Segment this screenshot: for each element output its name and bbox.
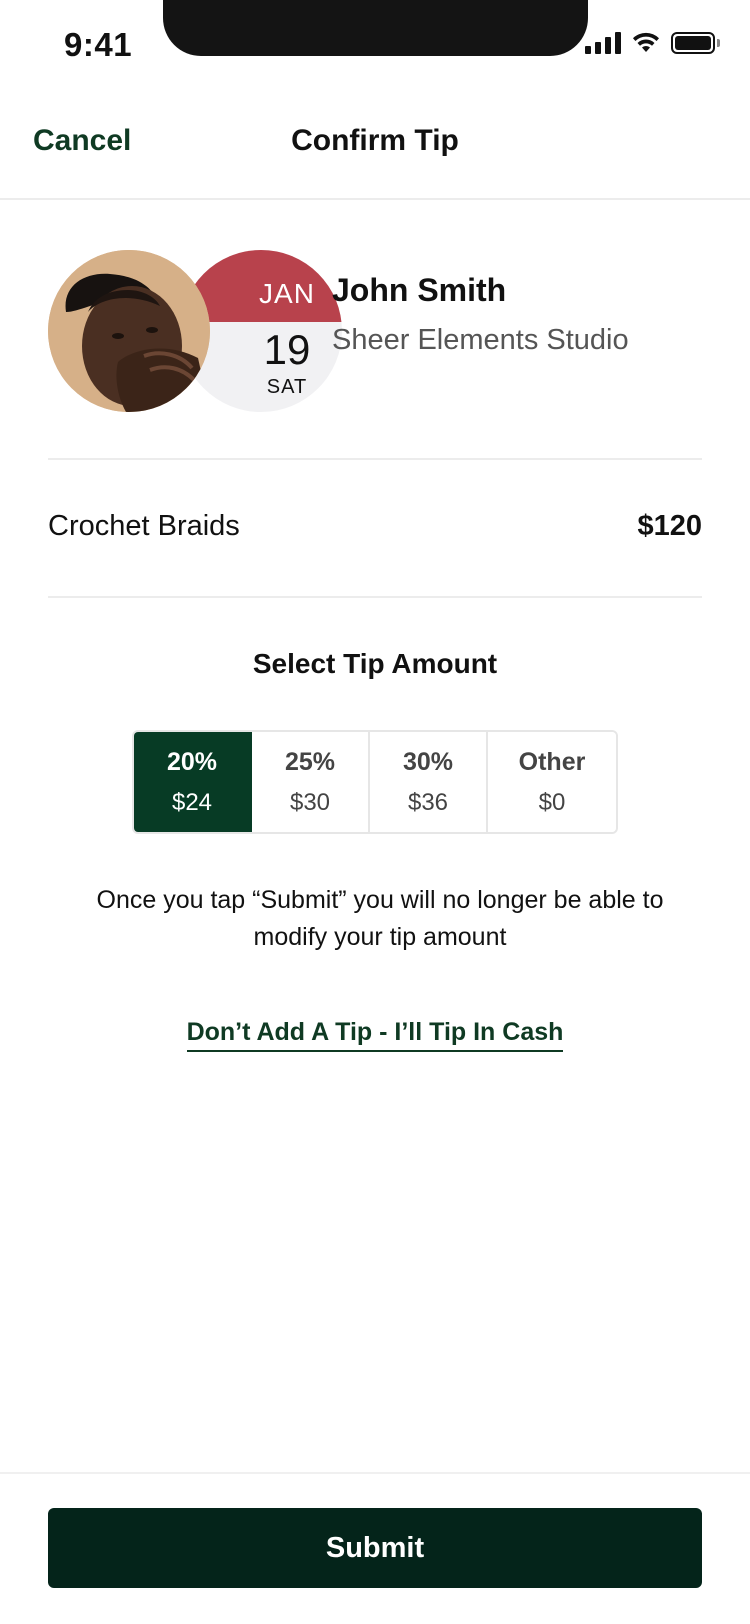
nav-bar: Confirm Tip Cancel bbox=[0, 100, 750, 200]
signal-icon bbox=[585, 32, 621, 54]
cancel-button[interactable]: Cancel bbox=[33, 124, 131, 158]
tip-heading: Select Tip Amount bbox=[252, 648, 498, 679]
tip-options: 20% $24 25% $30 30% $36 Other $0 bbox=[132, 730, 618, 834]
divider bbox=[48, 458, 702, 460]
appointment-weekday: SAT bbox=[266, 376, 308, 398]
tip-option-30[interactable]: 30% $36 bbox=[370, 732, 488, 832]
wifi-icon bbox=[633, 32, 659, 52]
no-tip-cash-link[interactable]: Don’t Add A Tip - I’ll Tip In Cash bbox=[186, 1018, 564, 1052]
tip-option-20[interactable]: 20% $24 bbox=[134, 732, 252, 832]
tip-warning-note: Once you tap “Submit” you will no longer… bbox=[96, 886, 664, 951]
studio-name: Sheer Elements Studio bbox=[332, 324, 629, 356]
avatar bbox=[48, 250, 210, 412]
appointment-summary: JAN 19 SAT John Smith Sheer Elements Stu… bbox=[48, 250, 708, 412]
submit-button[interactable]: Submit bbox=[48, 1508, 702, 1588]
tip-option-percent: 25% bbox=[284, 747, 336, 776]
battery-icon bbox=[671, 32, 720, 54]
status-bar: 9:41 bbox=[0, 0, 750, 90]
status-icons bbox=[585, 32, 720, 54]
tip-option-other[interactable]: Other $0 bbox=[488, 732, 616, 832]
tip-option-amount: $36 bbox=[407, 788, 449, 816]
footer: Submit bbox=[0, 1472, 750, 1624]
service-price: $120 bbox=[637, 510, 702, 542]
tip-option-amount: $0 bbox=[538, 788, 566, 816]
appointment-day: 19 bbox=[263, 326, 311, 373]
cash-link-container: Don’t Add A Tip - I’ll Tip In Cash bbox=[0, 1018, 750, 1052]
service-name: Crochet Braids bbox=[48, 510, 240, 542]
tip-option-percent: Other bbox=[518, 747, 586, 776]
appointment-month: JAN bbox=[259, 278, 315, 309]
stylist-name: John Smith bbox=[332, 272, 507, 308]
tip-option-percent: 30% bbox=[402, 747, 454, 776]
service-row: Crochet Braids $120 bbox=[48, 508, 702, 548]
device-notch bbox=[163, 0, 588, 56]
tip-option-25[interactable]: 25% $30 bbox=[252, 732, 370, 832]
tip-option-amount: $24 bbox=[171, 788, 213, 816]
divider bbox=[48, 596, 702, 598]
tip-option-percent: 20% bbox=[166, 747, 218, 776]
tip-option-amount: $30 bbox=[289, 788, 331, 816]
status-time: 9:41 bbox=[64, 26, 133, 63]
